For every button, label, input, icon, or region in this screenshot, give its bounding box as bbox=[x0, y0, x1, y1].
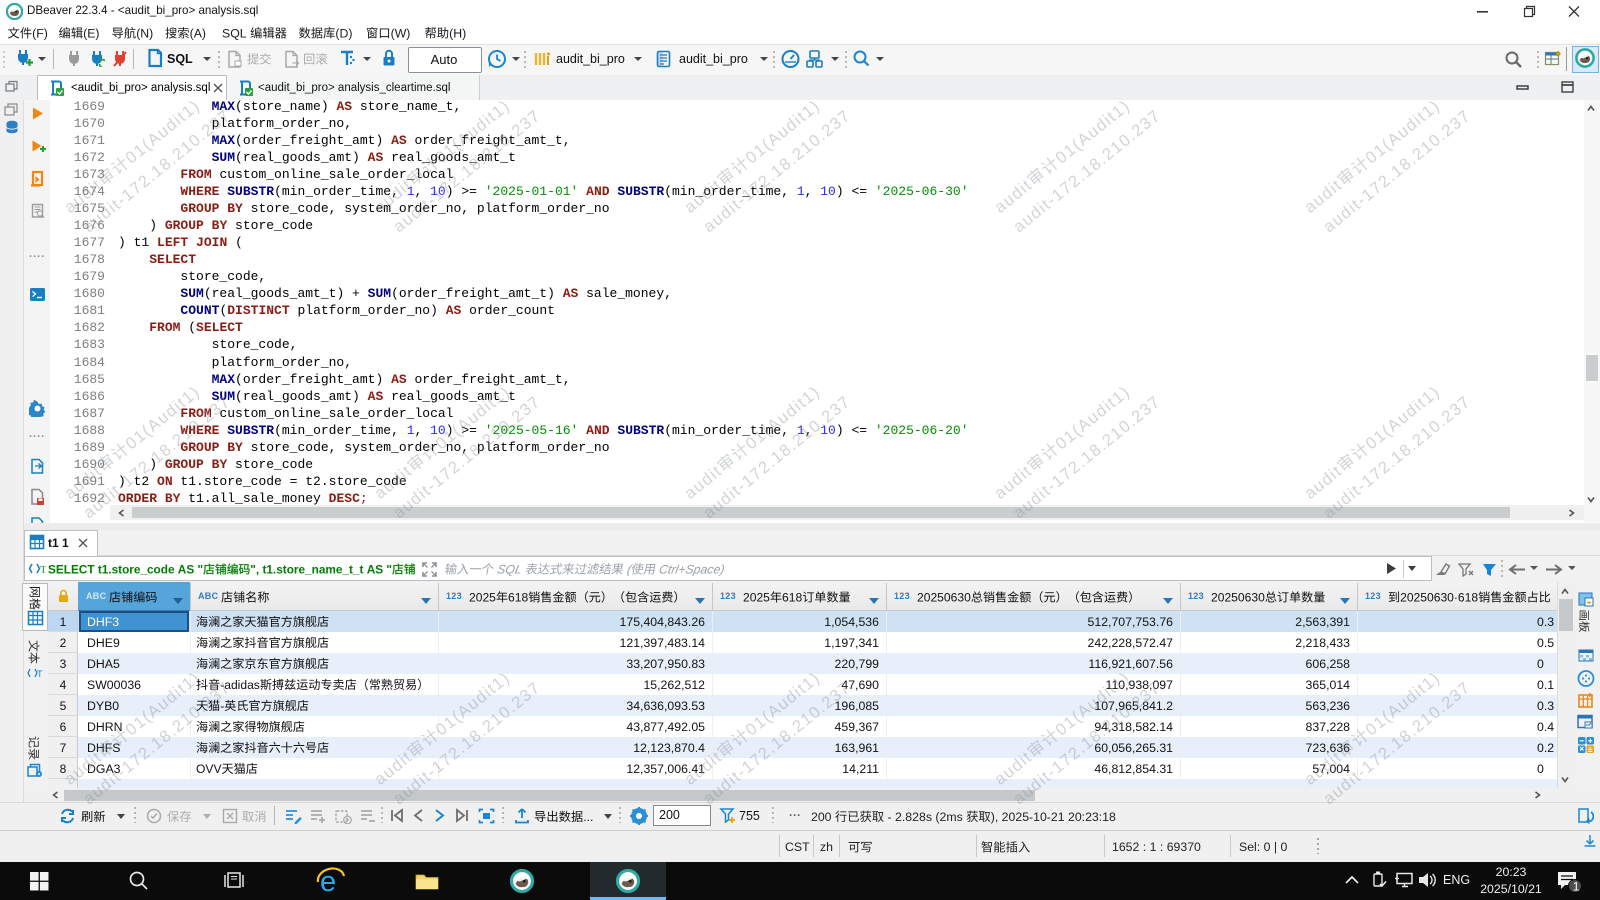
svg-text:T: T bbox=[37, 669, 43, 679]
svg-text:1: 1 bbox=[1573, 880, 1580, 894]
svg-text:T: T bbox=[40, 564, 46, 576]
